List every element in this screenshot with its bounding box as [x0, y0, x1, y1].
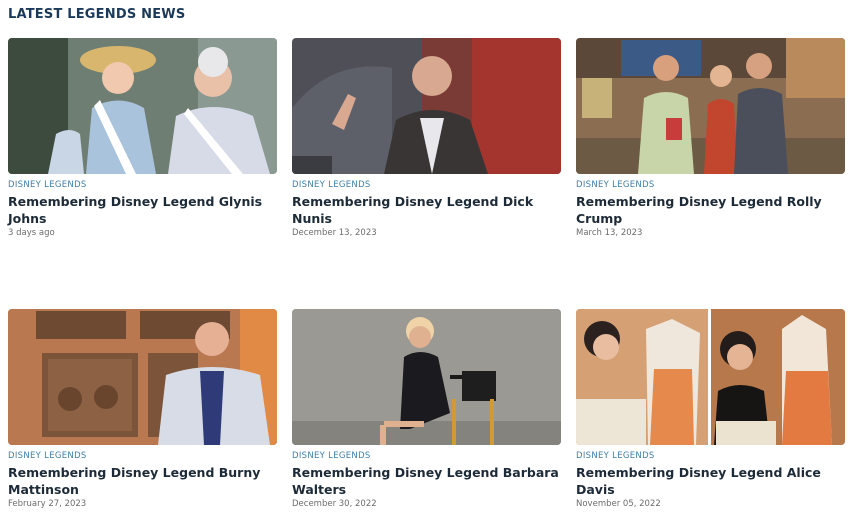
news-card-date: 3 days ago [8, 228, 55, 238]
news-card-category[interactable]: DISNEY LEGENDS [8, 451, 277, 461]
news-card-image[interactable] [8, 38, 277, 174]
news-card-date: December 13, 2023 [292, 228, 377, 238]
news-card-date: December 30, 2022 [292, 499, 377, 509]
news-grid: DISNEY LEGENDS Remembering Disney Legend… [8, 38, 845, 510]
news-card-burny-mattinson[interactable]: DISNEY LEGENDS Remembering Disney Legend… [8, 309, 277, 509]
news-card-alice-davis[interactable]: DISNEY LEGENDS Remembering Disney Legend… [576, 309, 845, 509]
news-card-category[interactable]: DISNEY LEGENDS [292, 180, 561, 190]
news-card-category[interactable]: DISNEY LEGENDS [576, 180, 845, 190]
news-card-date: February 27, 2023 [8, 499, 87, 509]
news-card-image[interactable] [292, 38, 561, 174]
news-card-category[interactable]: DISNEY LEGENDS [576, 451, 845, 461]
news-card-dick-nunis[interactable]: DISNEY LEGENDS Remembering Disney Legend… [292, 38, 561, 238]
news-card-image[interactable] [292, 309, 561, 445]
news-card-title[interactable]: Remembering Disney Legend Burny Mattinso… [8, 464, 277, 498]
section-title: LATEST LEGENDS NEWS [8, 7, 186, 22]
news-card-date: March 13, 2023 [576, 228, 643, 238]
news-card-title[interactable]: Remembering Disney Legend Dick Nunis [292, 193, 561, 227]
news-card-image[interactable] [576, 309, 845, 445]
news-card-rolly-crump[interactable]: DISNEY LEGENDS Remembering Disney Legend… [576, 38, 845, 238]
news-card-category[interactable]: DISNEY LEGENDS [8, 180, 277, 190]
news-card-title[interactable]: Remembering Disney Legend Barbara Walter… [292, 464, 561, 498]
news-card-date: November 05, 2022 [576, 499, 661, 509]
news-card-glynis-johns[interactable]: DISNEY LEGENDS Remembering Disney Legend… [8, 38, 277, 238]
news-card-barbara-walters[interactable]: DISNEY LEGENDS Remembering Disney Legend… [292, 309, 561, 509]
news-card-title[interactable]: Remembering Disney Legend Glynis Johns [8, 193, 277, 227]
news-card-title[interactable]: Remembering Disney Legend Rolly Crump [576, 193, 845, 227]
news-card-image[interactable] [576, 38, 845, 174]
news-card-title[interactable]: Remembering Disney Legend Alice Davis [576, 464, 845, 498]
news-card-image[interactable] [8, 309, 277, 445]
news-card-category[interactable]: DISNEY LEGENDS [292, 451, 561, 461]
